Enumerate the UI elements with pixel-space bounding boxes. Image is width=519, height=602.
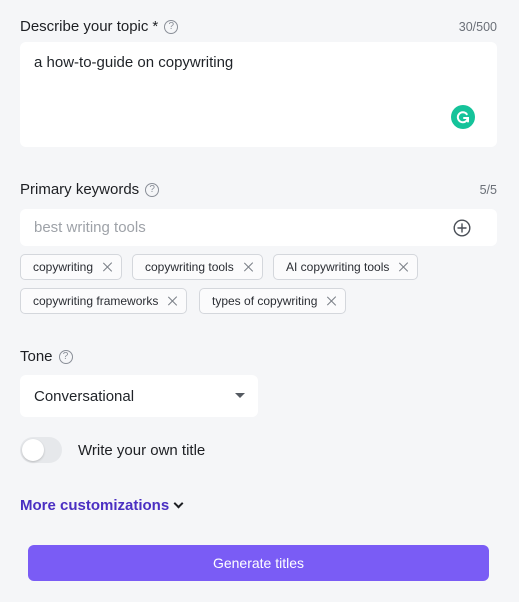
keyword-chip-label: types of copywriting — [212, 294, 318, 308]
keyword-chip: AI copywriting tools — [273, 254, 419, 280]
keyword-chip-label: AI copywriting tools — [286, 260, 390, 274]
keyword-chip: copywriting tools — [132, 254, 263, 280]
topic-text: a how-to-guide on copywriting — [34, 54, 234, 71]
close-icon[interactable] — [103, 262, 113, 272]
grammarly-icon[interactable] — [451, 105, 475, 129]
keywords-label-row: Primary keywords ? — [20, 181, 160, 198]
required-marker: * — [152, 18, 159, 35]
keyword-chip: copywriting frameworks — [20, 288, 188, 314]
keywords-counter: 5/5 — [479, 183, 497, 197]
caret-down-icon — [235, 393, 245, 398]
keyword-chip-label: copywriting tools — [145, 260, 234, 274]
keywords-label: Primary keywords — [20, 181, 140, 198]
help-icon[interactable]: ? — [145, 182, 160, 197]
close-icon[interactable] — [327, 296, 337, 306]
close-icon[interactable] — [168, 296, 178, 306]
chevron-down-icon — [173, 498, 184, 509]
generate-titles-button[interactable]: Generate titles — [28, 545, 489, 581]
more-customizations-link[interactable]: More customizations — [20, 497, 184, 514]
topic-textarea[interactable]: a how-to-guide on copywriting — [20, 42, 497, 147]
keyword-chip-label: copywriting — [33, 260, 94, 274]
own-title-toggle[interactable] — [20, 437, 62, 463]
close-icon[interactable] — [244, 262, 254, 272]
topic-char-counter: 30/500 — [458, 20, 497, 34]
keyword-chip: copywriting — [20, 254, 123, 280]
close-icon[interactable] — [399, 262, 409, 272]
keyword-chip: types of copywriting — [199, 288, 347, 314]
keyword-input[interactable]: best writing tools — [20, 209, 497, 246]
add-circle-icon[interactable] — [453, 219, 471, 237]
own-title-label: Write your own title — [78, 442, 206, 459]
tone-selected-value: Conversational — [34, 388, 135, 405]
keyword-chip-label: copywriting frameworks — [33, 294, 159, 308]
keyword-placeholder: best writing tools — [34, 219, 146, 236]
toggle-knob — [22, 439, 44, 461]
tone-label: Tone — [20, 348, 53, 365]
topic-label: Describe your topic — [20, 18, 149, 35]
help-icon[interactable]: ? — [58, 349, 73, 364]
tone-label-row: Tone ? — [20, 348, 73, 365]
tone-dropdown[interactable]: Conversational — [20, 375, 258, 417]
more-customizations-label: More customizations — [20, 497, 170, 514]
topic-label-row: Describe your topic * ? — [20, 18, 179, 35]
title-generator-form: Describe your topic * ? 30/500 a how-to-… — [0, 0, 519, 602]
help-icon[interactable]: ? — [164, 19, 179, 34]
